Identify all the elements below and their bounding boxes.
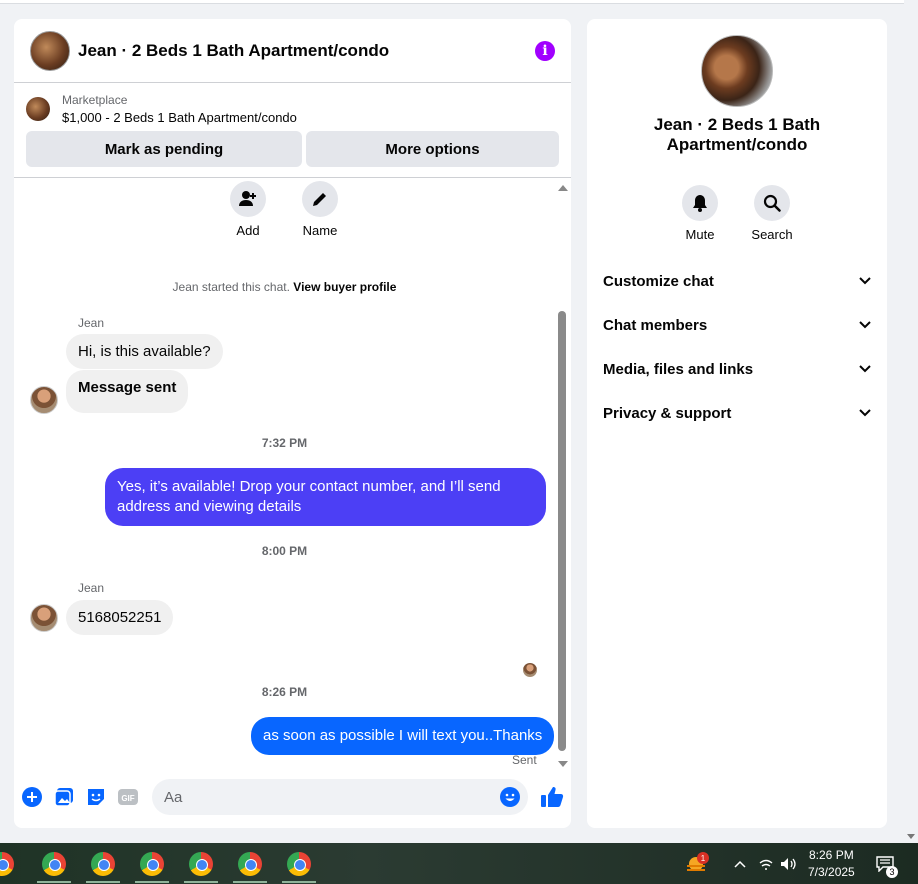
active-app-indicator: [184, 881, 218, 883]
message-sent-card[interactable]: Message sent: [66, 370, 189, 413]
chevron-down-icon: [859, 321, 871, 329]
chat-start-notice: Jean started this chat. View buyer profi…: [172, 280, 397, 294]
mute-label: Mute: [685, 227, 715, 242]
listing-photo[interactable]: [701, 35, 773, 107]
chrome-taskbar-icon[interactable]: [287, 852, 311, 876]
sender-name: Jean: [78, 316, 105, 330]
active-app-indicator: [233, 881, 267, 883]
message-input[interactable]: Aa: [152, 779, 528, 815]
chrome-taskbar-icon[interactable]: [91, 852, 115, 876]
section-privacy-support[interactable]: Privacy & support: [587, 391, 887, 435]
info-icon[interactable]: i: [535, 40, 555, 61]
active-app-indicator: [37, 881, 71, 883]
section-customize-chat[interactable]: Customize chat: [587, 259, 887, 303]
name-chat-button[interactable]: Name: [302, 181, 338, 238]
add-label: Add: [236, 223, 260, 238]
chrome-taskbar-icon[interactable]: [42, 852, 66, 876]
search-button[interactable]: Search: [751, 185, 793, 242]
marketplace-listing[interactable]: Marketplace $1,000 - 2 Beds 1 Bath Apart…: [14, 83, 571, 125]
thumbs-up-icon[interactable]: [540, 785, 564, 809]
chrome-taskbar-icon[interactable]: [140, 852, 164, 876]
emoji-icon[interactable]: [500, 787, 520, 807]
bell-icon: [682, 185, 718, 221]
chat-scrollbar[interactable]: [557, 185, 568, 767]
chat-title[interactable]: Jean · 2 Beds 1 Bath Apartment/condo: [78, 41, 535, 61]
active-app-indicator: [135, 881, 169, 883]
pencil-icon: [302, 181, 338, 217]
plus-circle-icon[interactable]: [22, 787, 42, 807]
photo-icon[interactable]: [54, 787, 74, 807]
chevron-down-icon: [859, 365, 871, 373]
sender-name: Jean: [78, 581, 105, 595]
sent-status: Sent: [512, 753, 537, 767]
chat-info-panel: Jean · 2 Beds 1 Bath Apartment/condo Mut…: [587, 19, 887, 828]
add-person-icon: [230, 181, 266, 217]
search-icon: [754, 185, 790, 221]
scroll-down-arrow[interactable]: [558, 761, 568, 767]
more-options-button[interactable]: More options: [306, 131, 559, 167]
message-list[interactable]: Add Name Jean started this chat. View bu…: [14, 181, 571, 771]
view-buyer-profile-link[interactable]: View buyer profile: [293, 280, 396, 294]
message-composer: GIF Aa: [14, 777, 571, 817]
chevron-up-icon[interactable]: [734, 843, 746, 884]
name-label: Name: [302, 223, 338, 238]
svg-text:GIF: GIF: [121, 794, 134, 803]
window-scroll-down-arrow[interactable]: [907, 834, 915, 839]
gif-icon[interactable]: GIF: [118, 787, 138, 807]
timestamp: 7:32 PM: [261, 436, 308, 450]
info-title: Jean · 2 Beds 1 Bath Apartment/condo: [653, 115, 821, 154]
chat-panel: Jean · 2 Beds 1 Bath Apartment/condo i M…: [14, 19, 571, 828]
chrome-taskbar-icon[interactable]: [0, 852, 14, 876]
timestamp: 8:26 PM: [261, 685, 308, 699]
tray-badge: 1: [697, 852, 709, 864]
jean-avatar[interactable]: [30, 386, 58, 414]
system-clock[interactable]: 8:26 PM 7/3/2025: [808, 843, 855, 884]
incoming-message[interactable]: Hi, is this available?: [66, 334, 223, 369]
section-media-files-links[interactable]: Media, files and links: [587, 347, 887, 391]
active-app-indicator: [86, 881, 120, 883]
timestamp: 8:00 PM: [261, 544, 308, 558]
mute-button[interactable]: Mute: [682, 185, 718, 242]
chevron-down-icon: [859, 409, 871, 417]
active-app-indicator: [282, 881, 316, 883]
windows-taskbar: 1 8:26 PM 7/3/2025 3: [0, 843, 918, 884]
notification-count-badge: 3: [886, 866, 898, 878]
outgoing-message[interactable]: as soon as possible I will text you..Tha…: [251, 717, 555, 755]
search-label: Search: [751, 227, 793, 242]
marketplace-label: Marketplace: [62, 93, 128, 107]
window-scrollbar[interactable]: [904, 0, 918, 843]
chrome-taskbar-icon[interactable]: [189, 852, 213, 876]
scrollbar-thumb[interactable]: [558, 311, 566, 751]
mark-as-pending-button[interactable]: Mark as pending: [26, 131, 302, 167]
listing-avatar[interactable]: [30, 30, 70, 71]
browser-top-strip: [0, 0, 904, 4]
add-people-button[interactable]: Add: [230, 181, 266, 238]
seen-receipt-avatar: [523, 663, 537, 677]
chrome-taskbar-icon[interactable]: [238, 852, 262, 876]
jean-avatar[interactable]: [30, 604, 58, 632]
listing-thumbnail: [26, 97, 50, 121]
incoming-message[interactable]: 5168052251: [66, 600, 174, 635]
chevron-down-icon: [859, 277, 871, 285]
section-chat-members[interactable]: Chat members: [587, 303, 887, 347]
wifi-icon[interactable]: [758, 843, 774, 884]
scroll-up-arrow[interactable]: [558, 185, 568, 191]
listing-price-title: $1,000 - 2 Beds 1 Bath Apartment/condo: [62, 110, 297, 125]
volume-icon[interactable]: [780, 843, 798, 884]
outgoing-message[interactable]: Yes, it’s available! Drop your contact n…: [105, 468, 546, 526]
chat-header: Jean · 2 Beds 1 Bath Apartment/condo i: [14, 19, 571, 83]
sticker-icon[interactable]: [86, 787, 106, 807]
